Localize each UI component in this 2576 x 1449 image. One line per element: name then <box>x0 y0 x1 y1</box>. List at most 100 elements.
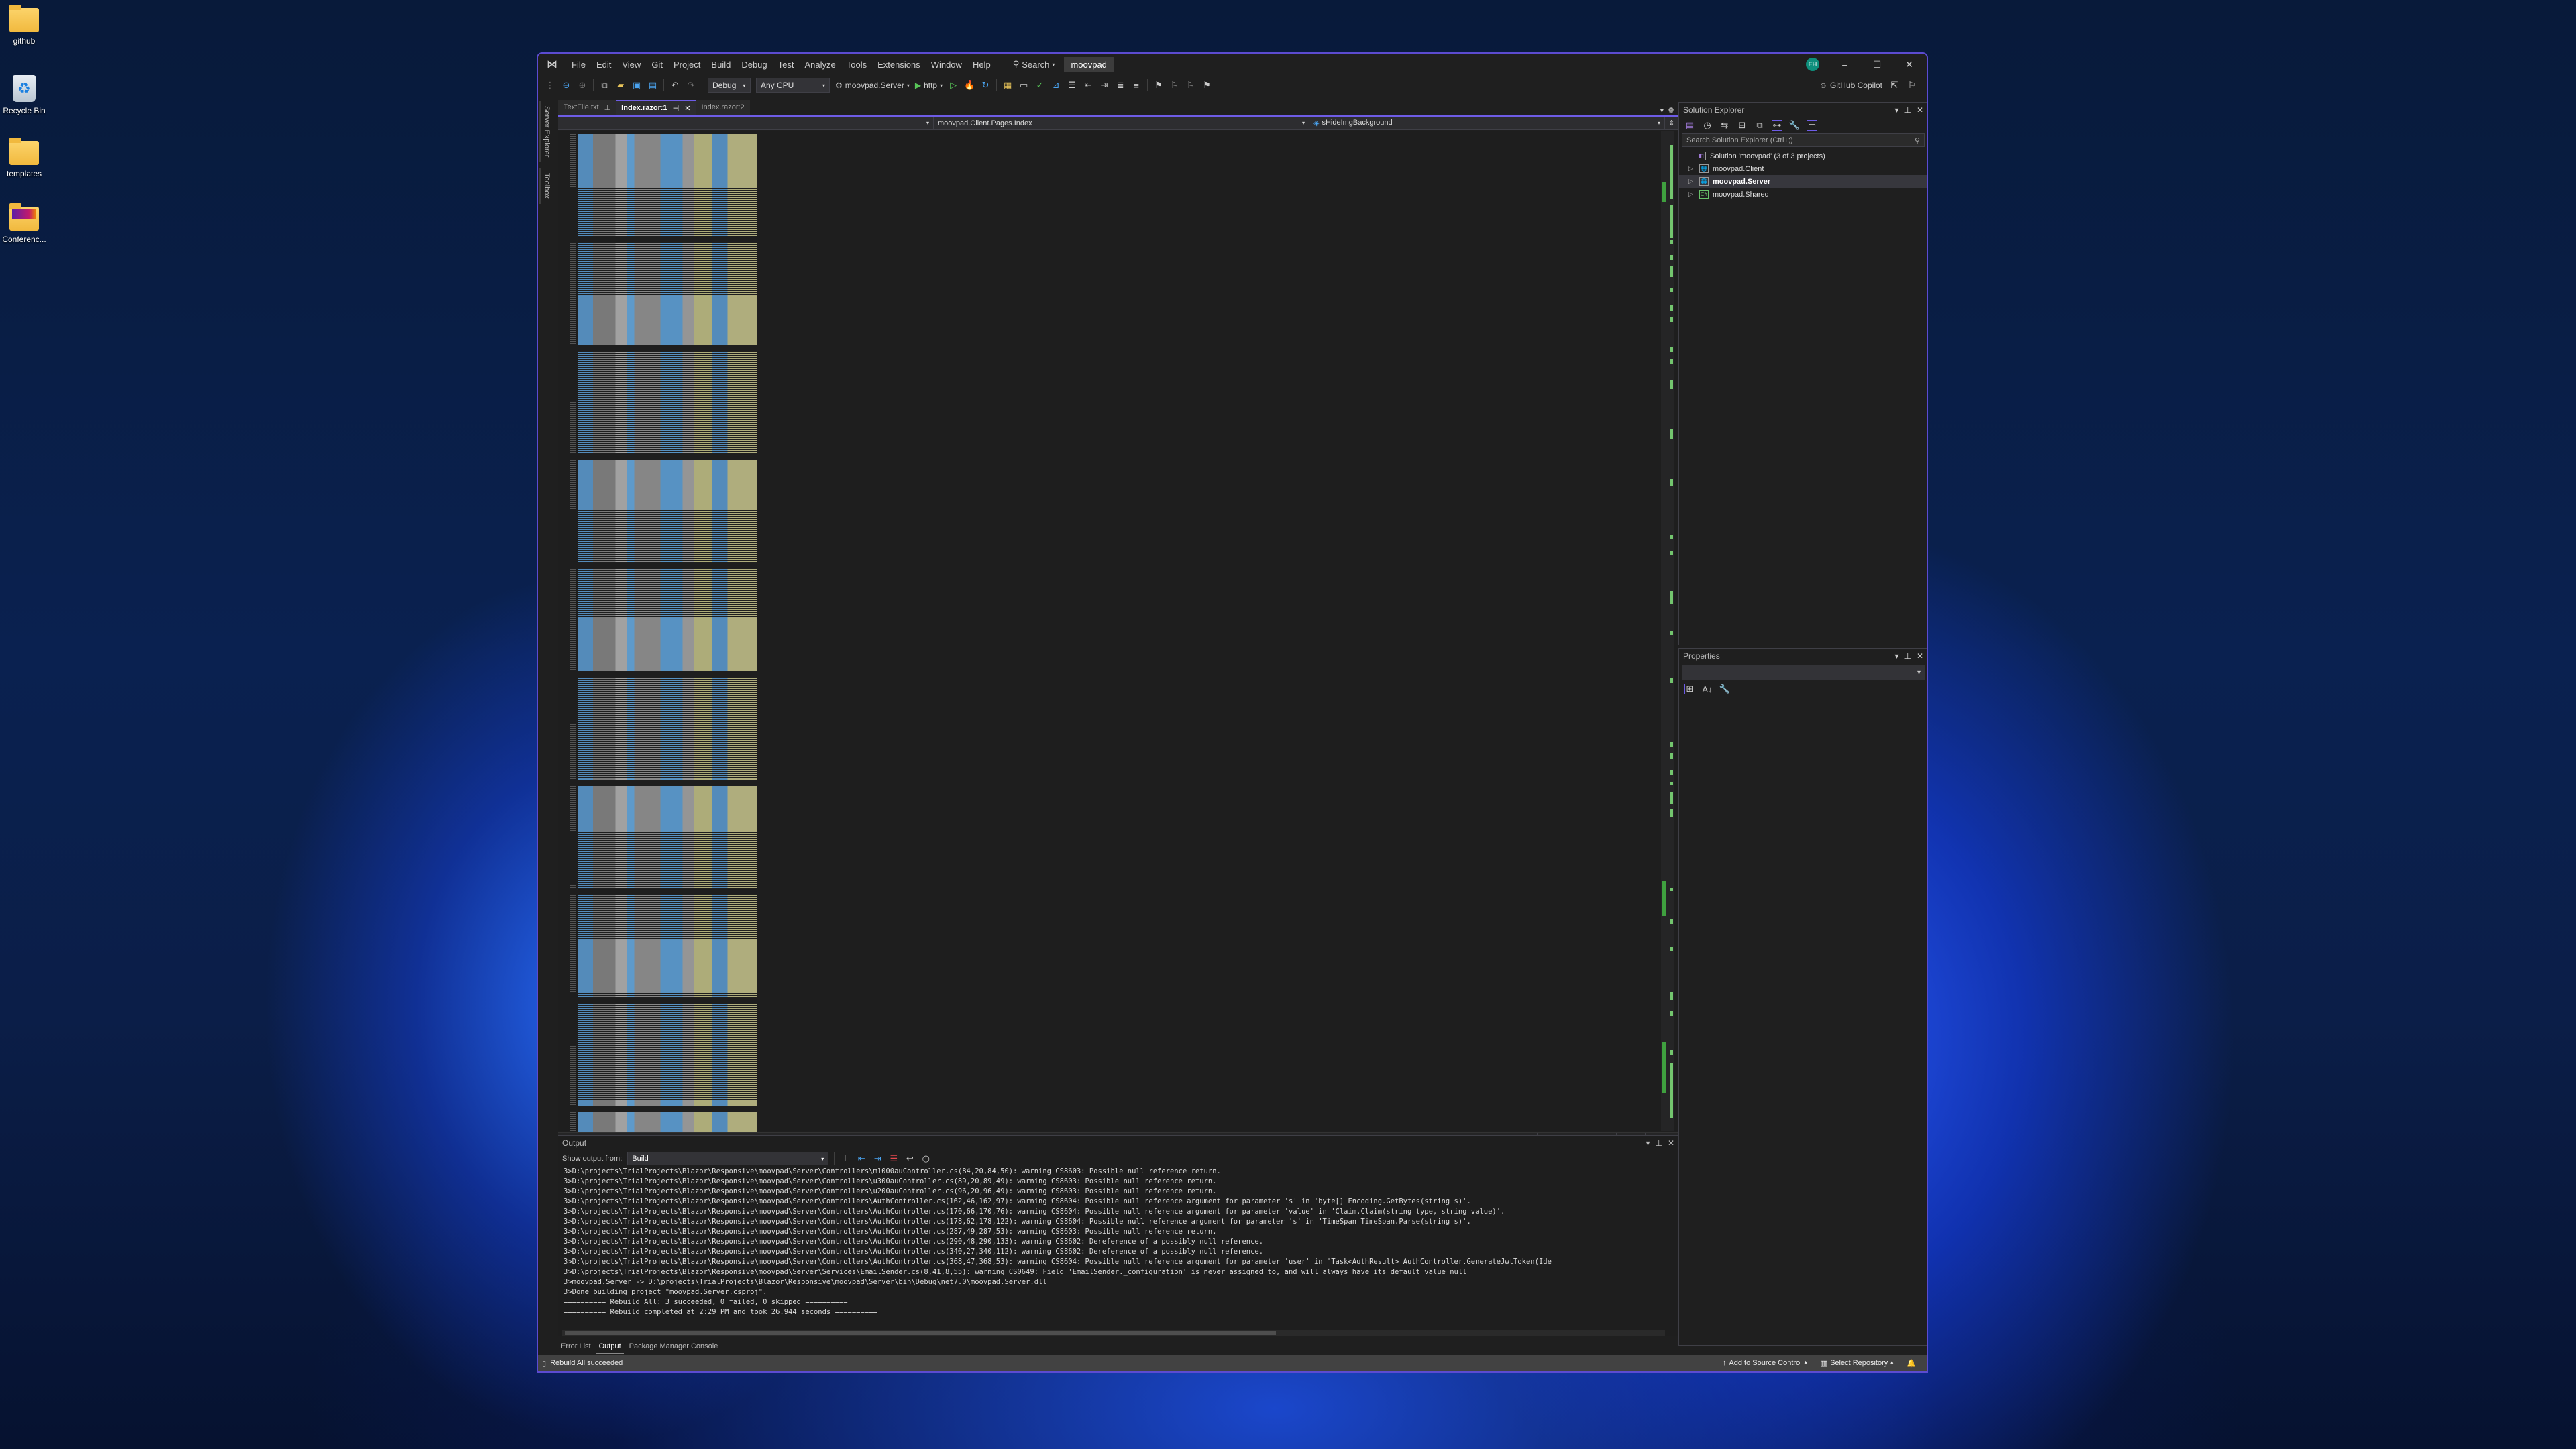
close-button[interactable]: ✕ <box>1902 59 1916 70</box>
hot-reload-icon[interactable]: 🔥 <box>964 80 975 91</box>
select-icon[interactable]: ⊿ <box>1051 80 1061 91</box>
undo-icon[interactable]: ↶ <box>669 80 680 91</box>
indent-icon[interactable]: ⇥ <box>1099 80 1110 91</box>
expand-icon[interactable]: ▷ <box>1688 178 1695 185</box>
start-without-debugging-icon[interactable]: ▷ <box>948 80 959 91</box>
solution-explorer-search[interactable]: Search Solution Explorer (Ctrl+;) ⚲ <box>1682 133 1925 147</box>
menu-window[interactable]: Window <box>926 60 967 70</box>
tab-overflow-dropdown[interactable]: ▾ <box>1660 106 1664 115</box>
refresh-icon[interactable]: ↻ <box>980 80 991 91</box>
tab-index-razor-2[interactable]: Index.razor:2 <box>696 100 750 115</box>
scrollbar-thumb[interactable] <box>565 1331 1276 1335</box>
vertical-scrollbar[interactable] <box>1661 131 1674 1131</box>
project-scope-dropdown[interactable]: ▾ <box>558 117 934 129</box>
object-selector-dropdown[interactable]: ▾ <box>1682 665 1925 680</box>
menu-extensions[interactable]: Extensions <box>872 60 926 70</box>
tab-textfile[interactable]: TextFile.txt ⊥ <box>558 100 616 115</box>
member-scope-dropdown[interactable]: ◈ sHideImgBackground ▾ <box>1309 117 1665 129</box>
expand-icon[interactable]: ▷ <box>1688 191 1695 198</box>
save-icon[interactable]: ▣ <box>631 80 642 91</box>
maximize-button[interactable]: ☐ <box>1870 59 1884 70</box>
minimize-button[interactable]: – <box>1838 59 1851 70</box>
property-pages-icon[interactable]: 🔧 <box>1719 684 1730 694</box>
menu-edit[interactable]: Edit <box>591 60 616 70</box>
horizontal-scrollbar[interactable] <box>562 1330 1665 1336</box>
navigate-back-icon[interactable]: ⊖ <box>561 80 572 91</box>
pin-icon[interactable]: ⊥ <box>1655 1138 1662 1148</box>
type-scope-dropdown[interactable]: moovpad.Client.Pages.Index ▾ <box>934 117 1309 129</box>
select-repository-button[interactable]: ▥ Select Repository ▴ <box>1821 1359 1894 1368</box>
alphabetical-icon[interactable]: A↓ <box>1702 684 1713 694</box>
spell-check-icon[interactable]: ✓ <box>1034 80 1045 91</box>
tab-error-list[interactable]: Error List <box>558 1340 594 1354</box>
browser-link-icon[interactable]: ▭ <box>1018 80 1029 91</box>
live-share-icon[interactable]: ⇱ <box>1889 80 1900 91</box>
tree-view-icon[interactable]: ⊶ <box>1772 120 1782 131</box>
notifications-bell-icon[interactable]: 🔔 <box>1907 1359 1916 1368</box>
split-editor-button[interactable]: ⇕ <box>1665 117 1678 129</box>
close-icon[interactable]: ✕ <box>1917 105 1923 115</box>
new-item-icon[interactable]: ⧉ <box>599 80 610 91</box>
close-icon[interactable]: ✕ <box>684 104 690 113</box>
desktop-icon-templates[interactable]: templates <box>0 133 48 178</box>
start-debugging-button[interactable]: ▶ http ▾ <box>915 80 943 90</box>
previous-bookmark-icon[interactable]: ⚐ <box>1169 80 1180 91</box>
timestamp-icon[interactable]: ◷ <box>920 1153 931 1164</box>
word-wrap-icon[interactable]: ↩ <box>904 1153 915 1164</box>
pin-icon[interactable]: ⊣ <box>673 104 680 113</box>
clear-all-icon[interactable]: ☰ <box>888 1153 899 1164</box>
next-bookmark-icon[interactable]: ⚐ <box>1185 80 1196 91</box>
menu-view[interactable]: View <box>616 60 646 70</box>
add-to-source-control-button[interactable]: ↑ Add to Source Control ▴ <box>1723 1359 1807 1367</box>
outdent-icon[interactable]: ⇤ <box>1083 80 1093 91</box>
sync-with-document-icon[interactable]: ⇆ <box>1719 120 1730 131</box>
project-node-client[interactable]: ▷ 🌐 moovpad.Client <box>1679 162 1927 175</box>
close-icon[interactable]: ✕ <box>1668 1138 1674 1148</box>
redo-icon[interactable]: ↷ <box>686 80 696 91</box>
project-node-server[interactable]: ▷ 🌐 moovpad.Server <box>1679 175 1927 188</box>
desktop-icon-recycle-bin[interactable]: Recycle Bin <box>0 67 48 115</box>
comment-lines-icon[interactable]: ≣ <box>1115 80 1126 91</box>
desktop-icon-github[interactable]: github <box>0 0 48 46</box>
save-all-icon[interactable]: ▤ <box>647 80 658 91</box>
menu-file[interactable]: File <box>566 60 591 70</box>
solution-explorer-icon[interactable]: ▦ <box>1002 80 1013 91</box>
tab-output[interactable]: Output <box>596 1340 624 1354</box>
code-editor[interactable] <box>558 131 1678 1214</box>
menu-debug[interactable]: Debug <box>736 60 772 70</box>
search-button[interactable]: ⚲ Search ▾ <box>1008 59 1061 70</box>
menu-project[interactable]: Project <box>668 60 706 70</box>
output-text[interactable]: 3>D:\projects\TrialProjects\Blazor\Respo… <box>558 1167 1678 1322</box>
startup-project-dropdown[interactable]: ⚙ moovpad.Server ▾ <box>835 80 910 90</box>
previous-message-icon[interactable]: ⇤ <box>856 1153 867 1164</box>
tab-package-manager-console[interactable]: Package Manager Console <box>627 1340 721 1354</box>
clear-bookmarks-icon[interactable]: ⚑ <box>1201 80 1212 91</box>
comment-icon[interactable]: ☰ <box>1067 80 1077 91</box>
pending-changes-filter-icon[interactable]: ◷ <box>1702 120 1713 131</box>
tab-index-razor-1[interactable]: Index.razor:1 ⊣ ✕ <box>616 100 696 115</box>
server-explorer-tab[interactable]: Server Explorer <box>539 101 552 163</box>
output-source-dropdown[interactable]: Build ▾ <box>627 1152 829 1165</box>
solution-node[interactable]: ◧ Solution 'moovpad' (3 of 3 projects) <box>1679 150 1927 162</box>
preview-selected-icon[interactable]: ▭ <box>1807 120 1817 131</box>
window-position-dropdown[interactable]: ▾ <box>1894 105 1898 115</box>
menu-git[interactable]: Git <box>646 60 668 70</box>
properties-wrench-icon[interactable]: 🔧 <box>1789 120 1800 131</box>
pin-icon[interactable]: ⊥ <box>604 103 611 112</box>
desktop-icon-conference[interactable]: Conferenc... <box>0 199 48 244</box>
github-copilot-button[interactable]: ☺ GitHub Copilot <box>1819 80 1882 90</box>
show-all-files-icon[interactable]: ⧉ <box>1754 120 1765 131</box>
pin-icon[interactable]: ⊥ <box>1904 105 1911 115</box>
collapse-all-icon[interactable]: ⊟ <box>1737 120 1748 131</box>
expand-icon[interactable]: ▷ <box>1688 165 1695 172</box>
bookmark-icon[interactable]: ⚑ <box>1153 80 1164 91</box>
project-node-shared[interactable]: ▷ C# moovpad.Shared <box>1679 188 1927 201</box>
feedback-icon[interactable]: ⚐ <box>1907 80 1917 91</box>
settings-gear-icon[interactable]: ⚙ <box>1668 106 1674 115</box>
menu-analyze[interactable]: Analyze <box>799 60 841 70</box>
next-message-icon[interactable]: ⇥ <box>872 1153 883 1164</box>
window-position-dropdown[interactable]: ▾ <box>1646 1138 1650 1148</box>
account-avatar[interactable]: EH <box>1806 58 1819 71</box>
open-folder-icon[interactable]: ▰ <box>615 80 626 91</box>
close-icon[interactable]: ✕ <box>1917 651 1923 661</box>
